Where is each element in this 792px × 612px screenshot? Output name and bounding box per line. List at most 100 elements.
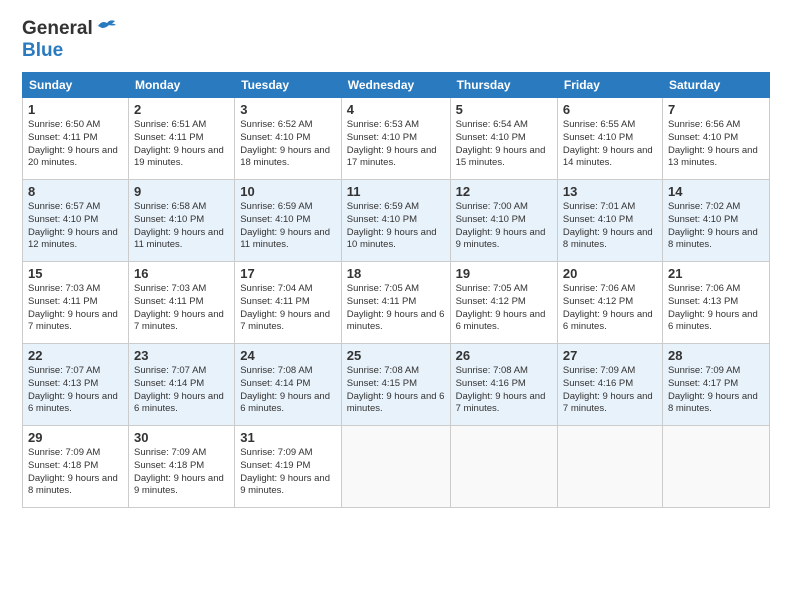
day-info: Sunrise: 7:02 AMSunset: 4:10 PMDaylight:… [668, 201, 758, 250]
day-number: 12 [456, 184, 552, 199]
calendar-cell: 19 Sunrise: 7:05 AMSunset: 4:12 PMDaylig… [450, 262, 557, 344]
day-info: Sunrise: 7:07 AMSunset: 4:13 PMDaylight:… [28, 365, 118, 414]
day-info: Sunrise: 7:03 AMSunset: 4:11 PMDaylight:… [28, 283, 118, 332]
calendar-cell: 10 Sunrise: 6:59 AMSunset: 4:10 PMDaylig… [235, 180, 342, 262]
day-info: Sunrise: 6:58 AMSunset: 4:10 PMDaylight:… [134, 201, 224, 250]
day-info: Sunrise: 6:54 AMSunset: 4:10 PMDaylight:… [456, 119, 546, 168]
day-number: 5 [456, 102, 552, 117]
calendar-cell: 18 Sunrise: 7:05 AMSunset: 4:11 PMDaylig… [341, 262, 450, 344]
day-info: Sunrise: 7:08 AMSunset: 4:14 PMDaylight:… [240, 365, 330, 414]
day-number: 28 [668, 348, 764, 363]
calendar-cell: 20 Sunrise: 7:06 AMSunset: 4:12 PMDaylig… [557, 262, 662, 344]
calendar-cell: 16 Sunrise: 7:03 AMSunset: 4:11 PMDaylig… [128, 262, 234, 344]
calendar-cell: 31 Sunrise: 7:09 AMSunset: 4:19 PMDaylig… [235, 426, 342, 508]
calendar-cell: 5 Sunrise: 6:54 AMSunset: 4:10 PMDayligh… [450, 98, 557, 180]
col-saturday: Saturday [662, 73, 769, 98]
calendar-cell: 12 Sunrise: 7:00 AMSunset: 4:10 PMDaylig… [450, 180, 557, 262]
calendar-cell: 23 Sunrise: 7:07 AMSunset: 4:14 PMDaylig… [128, 344, 234, 426]
calendar-cell: 4 Sunrise: 6:53 AMSunset: 4:10 PMDayligh… [341, 98, 450, 180]
day-info: Sunrise: 7:04 AMSunset: 4:11 PMDaylight:… [240, 283, 330, 332]
calendar-cell: 30 Sunrise: 7:09 AMSunset: 4:18 PMDaylig… [128, 426, 234, 508]
col-friday: Friday [557, 73, 662, 98]
day-info: Sunrise: 6:53 AMSunset: 4:10 PMDaylight:… [347, 119, 437, 168]
calendar-cell: 29 Sunrise: 7:09 AMSunset: 4:18 PMDaylig… [23, 426, 129, 508]
calendar-cell: 13 Sunrise: 7:01 AMSunset: 4:10 PMDaylig… [557, 180, 662, 262]
day-number: 1 [28, 102, 123, 117]
day-info: Sunrise: 6:52 AMSunset: 4:10 PMDaylight:… [240, 119, 330, 168]
day-number: 26 [456, 348, 552, 363]
day-number: 14 [668, 184, 764, 199]
day-info: Sunrise: 7:08 AMSunset: 4:16 PMDaylight:… [456, 365, 546, 414]
calendar-week-1: 1 Sunrise: 6:50 AMSunset: 4:11 PMDayligh… [23, 98, 770, 180]
day-info: Sunrise: 6:51 AMSunset: 4:11 PMDaylight:… [134, 119, 224, 168]
day-number: 31 [240, 430, 336, 445]
day-info: Sunrise: 6:57 AMSunset: 4:10 PMDaylight:… [28, 201, 118, 250]
calendar-cell: 14 Sunrise: 7:02 AMSunset: 4:10 PMDaylig… [662, 180, 769, 262]
calendar-cell: 24 Sunrise: 7:08 AMSunset: 4:14 PMDaylig… [235, 344, 342, 426]
col-tuesday: Tuesday [235, 73, 342, 98]
calendar-cell: 6 Sunrise: 6:55 AMSunset: 4:10 PMDayligh… [557, 98, 662, 180]
calendar-cell: 9 Sunrise: 6:58 AMSunset: 4:10 PMDayligh… [128, 180, 234, 262]
calendar-cell [450, 426, 557, 508]
calendar-cell: 11 Sunrise: 6:59 AMSunset: 4:10 PMDaylig… [341, 180, 450, 262]
calendar-week-2: 8 Sunrise: 6:57 AMSunset: 4:10 PMDayligh… [23, 180, 770, 262]
calendar-week-4: 22 Sunrise: 7:07 AMSunset: 4:13 PMDaylig… [23, 344, 770, 426]
day-number: 16 [134, 266, 229, 281]
calendar-cell [341, 426, 450, 508]
day-info: Sunrise: 7:09 AMSunset: 4:18 PMDaylight:… [28, 447, 118, 496]
day-number: 22 [28, 348, 123, 363]
day-info: Sunrise: 7:06 AMSunset: 4:13 PMDaylight:… [668, 283, 758, 332]
calendar-cell: 21 Sunrise: 7:06 AMSunset: 4:13 PMDaylig… [662, 262, 769, 344]
calendar-cell: 3 Sunrise: 6:52 AMSunset: 4:10 PMDayligh… [235, 98, 342, 180]
day-number: 29 [28, 430, 123, 445]
day-info: Sunrise: 6:50 AMSunset: 4:11 PMDaylight:… [28, 119, 118, 168]
day-info: Sunrise: 7:05 AMSunset: 4:12 PMDaylight:… [456, 283, 546, 332]
day-number: 4 [347, 102, 445, 117]
day-info: Sunrise: 6:59 AMSunset: 4:10 PMDaylight:… [240, 201, 330, 250]
header-row: Sunday Monday Tuesday Wednesday Thursday… [23, 73, 770, 98]
calendar-cell: 17 Sunrise: 7:04 AMSunset: 4:11 PMDaylig… [235, 262, 342, 344]
col-wednesday: Wednesday [341, 73, 450, 98]
day-number: 9 [134, 184, 229, 199]
header: General Blue [22, 18, 770, 62]
calendar-cell: 25 Sunrise: 7:08 AMSunset: 4:15 PMDaylig… [341, 344, 450, 426]
day-number: 11 [347, 184, 445, 199]
day-number: 24 [240, 348, 336, 363]
day-info: Sunrise: 7:09 AMSunset: 4:18 PMDaylight:… [134, 447, 224, 496]
day-number: 27 [563, 348, 657, 363]
day-info: Sunrise: 6:59 AMSunset: 4:10 PMDaylight:… [347, 201, 437, 250]
day-info: Sunrise: 7:09 AMSunset: 4:16 PMDaylight:… [563, 365, 653, 414]
calendar-cell: 27 Sunrise: 7:09 AMSunset: 4:16 PMDaylig… [557, 344, 662, 426]
day-info: Sunrise: 6:55 AMSunset: 4:10 PMDaylight:… [563, 119, 653, 168]
calendar-cell: 8 Sunrise: 6:57 AMSunset: 4:10 PMDayligh… [23, 180, 129, 262]
day-number: 15 [28, 266, 123, 281]
bird-icon [95, 19, 117, 33]
day-number: 30 [134, 430, 229, 445]
day-number: 6 [563, 102, 657, 117]
day-number: 23 [134, 348, 229, 363]
day-info: Sunrise: 7:07 AMSunset: 4:14 PMDaylight:… [134, 365, 224, 414]
day-number: 21 [668, 266, 764, 281]
day-info: Sunrise: 7:01 AMSunset: 4:10 PMDaylight:… [563, 201, 653, 250]
logo: General Blue [22, 18, 117, 62]
calendar-cell: 22 Sunrise: 7:07 AMSunset: 4:13 PMDaylig… [23, 344, 129, 426]
day-info: Sunrise: 7:09 AMSunset: 4:19 PMDaylight:… [240, 447, 330, 496]
day-number: 19 [456, 266, 552, 281]
day-number: 25 [347, 348, 445, 363]
calendar-week-5: 29 Sunrise: 7:09 AMSunset: 4:18 PMDaylig… [23, 426, 770, 508]
calendar-table: Sunday Monday Tuesday Wednesday Thursday… [22, 72, 770, 508]
calendar-cell [662, 426, 769, 508]
logo-block: General Blue [22, 18, 117, 62]
page: General Blue Sunday Monday Tuesday Wedne… [0, 0, 792, 612]
calendar-cell: 7 Sunrise: 6:56 AMSunset: 4:10 PMDayligh… [662, 98, 769, 180]
day-number: 2 [134, 102, 229, 117]
calendar-cell: 2 Sunrise: 6:51 AMSunset: 4:11 PMDayligh… [128, 98, 234, 180]
day-info: Sunrise: 7:03 AMSunset: 4:11 PMDaylight:… [134, 283, 224, 332]
day-number: 10 [240, 184, 336, 199]
day-number: 8 [28, 184, 123, 199]
col-thursday: Thursday [450, 73, 557, 98]
calendar-cell: 26 Sunrise: 7:08 AMSunset: 4:16 PMDaylig… [450, 344, 557, 426]
day-info: Sunrise: 7:06 AMSunset: 4:12 PMDaylight:… [563, 283, 653, 332]
day-info: Sunrise: 7:08 AMSunset: 4:15 PMDaylight:… [347, 365, 445, 414]
calendar-cell: 15 Sunrise: 7:03 AMSunset: 4:11 PMDaylig… [23, 262, 129, 344]
